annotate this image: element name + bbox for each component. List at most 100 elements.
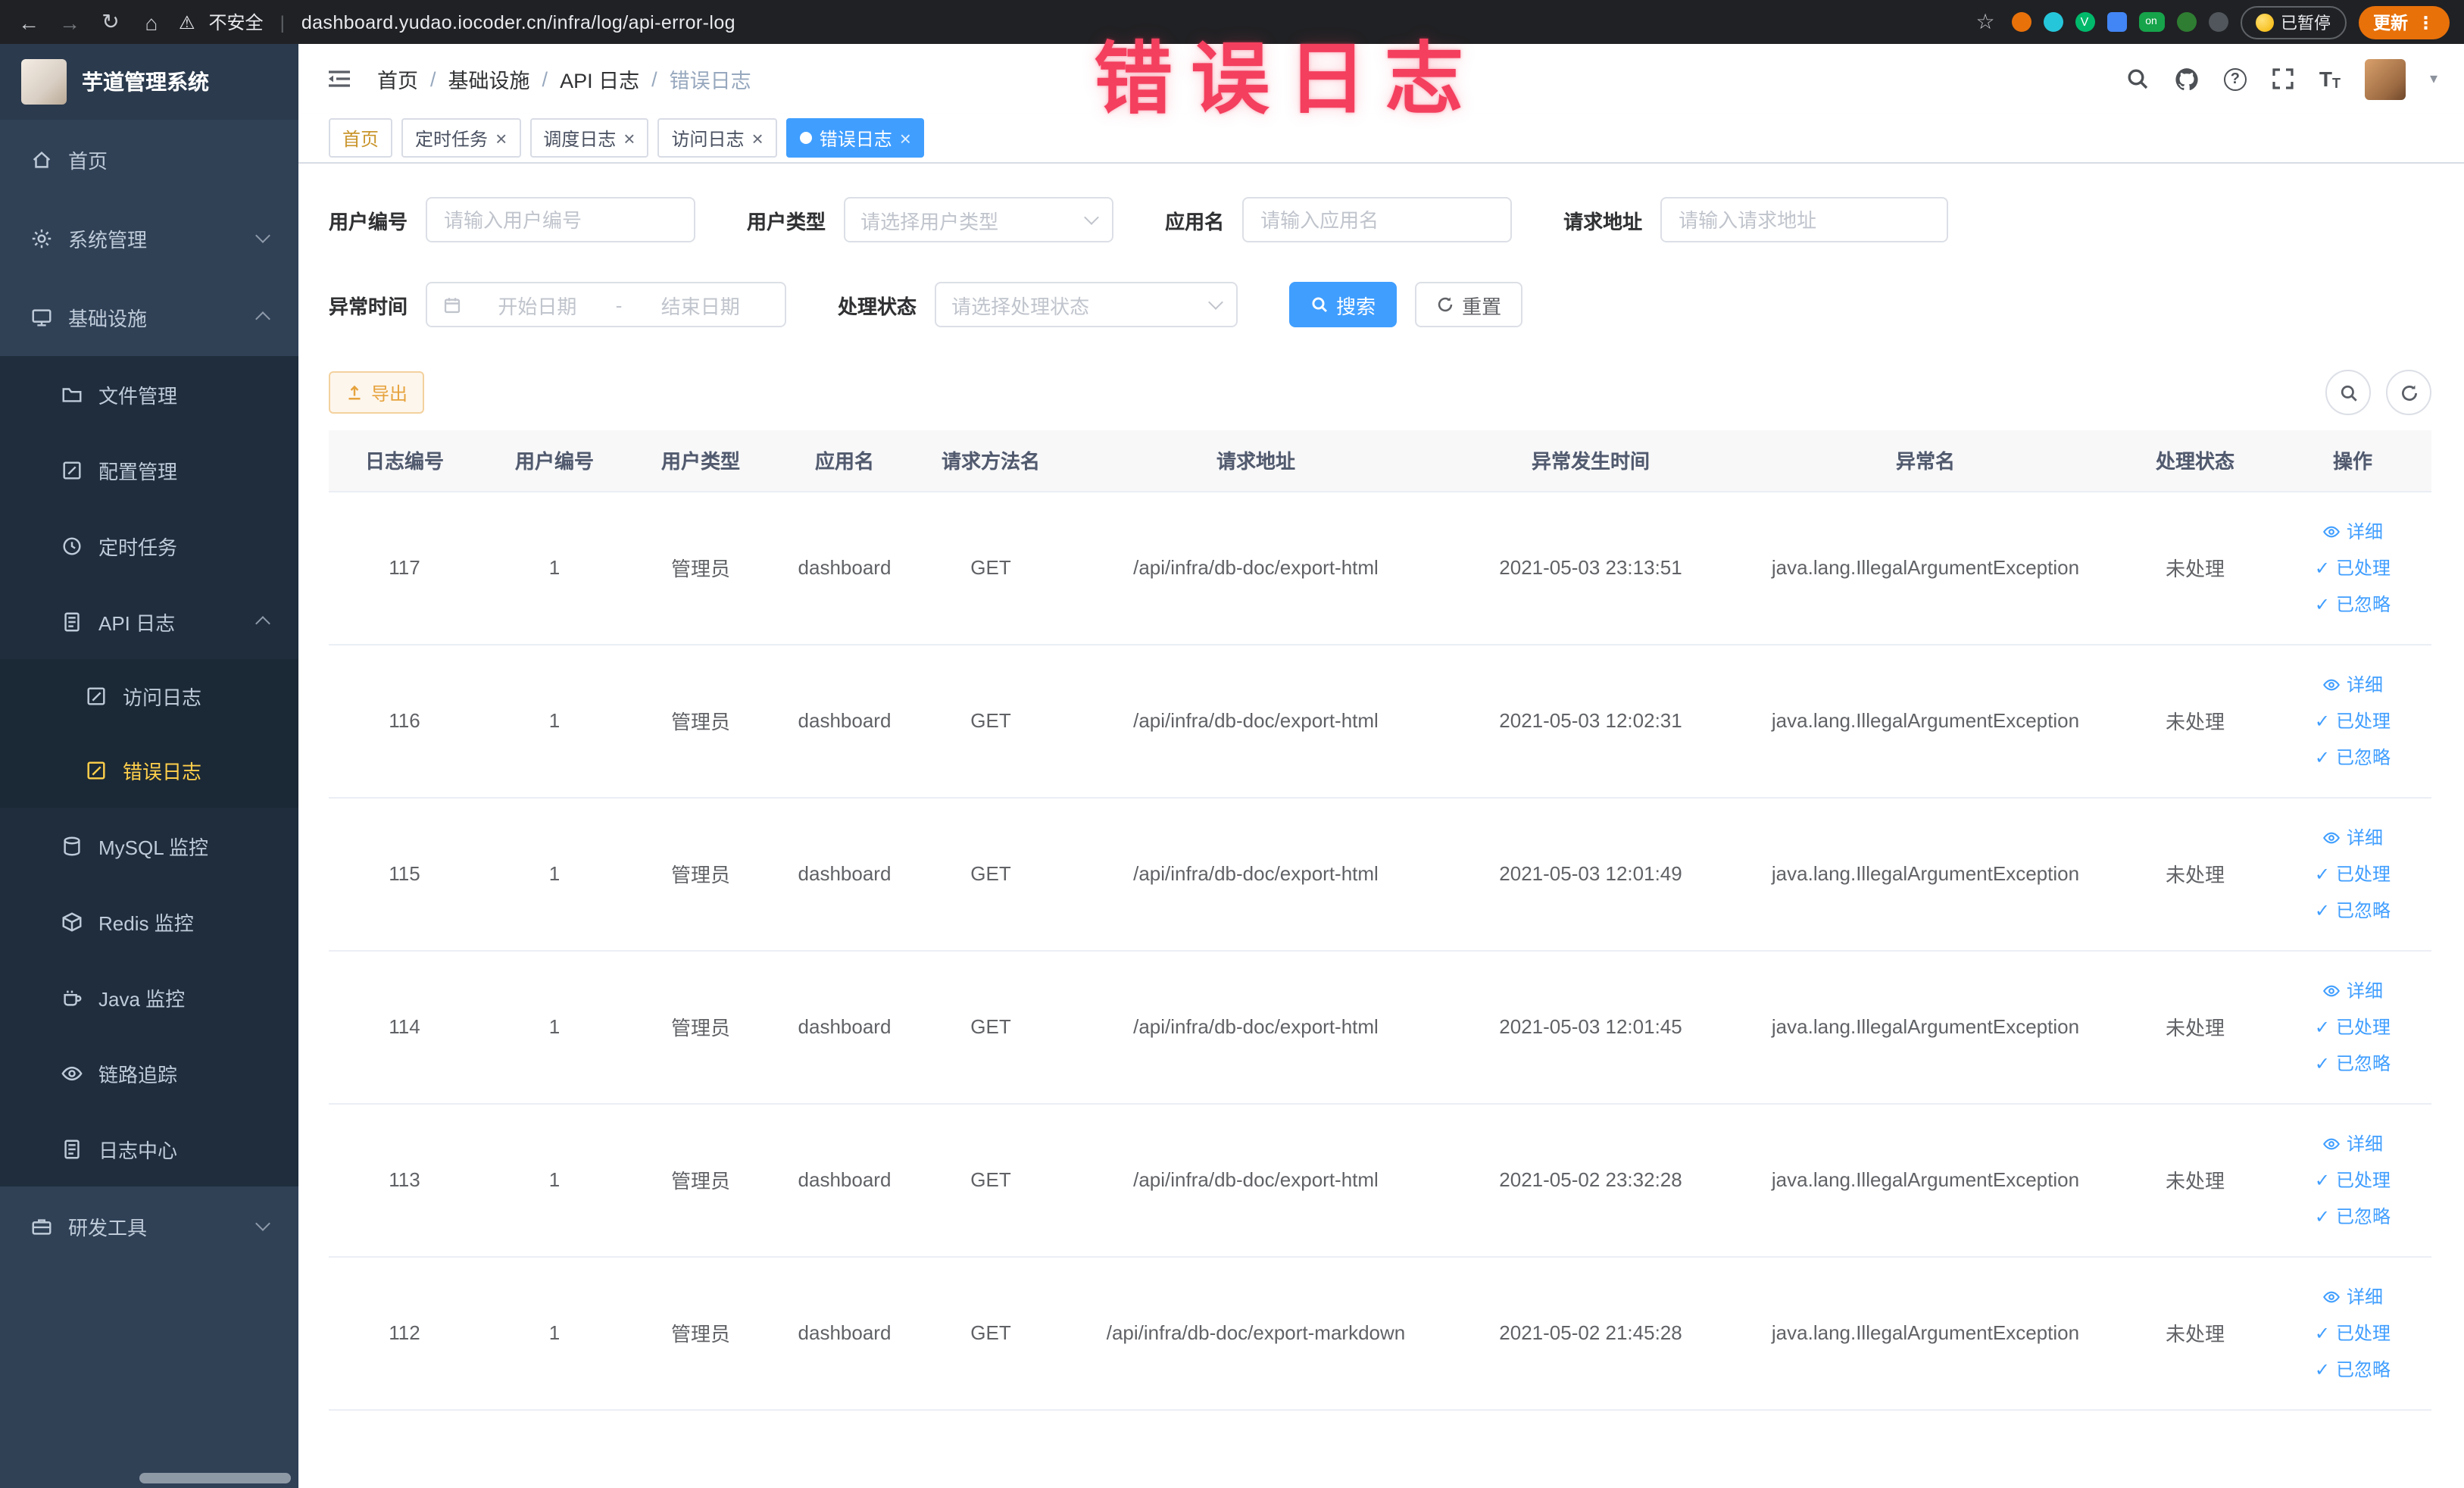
extension-leaf-icon[interactable] — [2176, 12, 2196, 32]
bookmark-star-icon[interactable]: ☆ — [1972, 9, 1999, 35]
table-row: 114 1 管理员 dashboard GET /api/infra/db-do… — [329, 950, 2431, 1104]
sidebar-item-system[interactable]: 系统管理 — [0, 199, 298, 277]
processed-link[interactable]: 已处理 — [2336, 861, 2391, 886]
search-icon[interactable] — [2125, 67, 2150, 91]
cube-icon — [61, 910, 83, 933]
refresh-table-button[interactable] — [2386, 370, 2431, 415]
browser-reload-icon[interactable]: ↻ — [97, 9, 124, 35]
sidebar-item-job[interactable]: 定时任务 — [0, 508, 298, 583]
close-icon[interactable]: × — [900, 128, 911, 148]
sidebar-item-infra[interactable]: 基础设施 — [0, 277, 298, 356]
extension-icon[interactable] — [2208, 12, 2228, 32]
tab-access-log[interactable]: 访问日志 × — [657, 118, 777, 158]
request-url-input[interactable] — [1660, 197, 1949, 242]
detail-link[interactable]: 详细 — [2347, 1130, 2383, 1156]
user-type-select[interactable]: 请选择用户类型 — [844, 197, 1114, 242]
briefcase-icon — [30, 1214, 53, 1237]
sidebar-item-log-center[interactable]: 日志中心 — [0, 1111, 298, 1186]
processed-link[interactable]: 已处理 — [2336, 1320, 2391, 1346]
sidebar-item-dev-tools[interactable]: 研发工具 — [0, 1186, 298, 1265]
cell-exception-time: 2021-05-03 12:02:31 — [1447, 644, 1735, 798]
chevron-down-icon — [1208, 294, 1223, 309]
cell-exception-name: java.lang.IllegalArgumentException — [1735, 491, 2116, 645]
breadcrumb-item[interactable]: API 日志 — [560, 64, 639, 94]
browser-forward-icon[interactable]: → — [56, 10, 83, 34]
ignored-link[interactable]: 已忽略 — [2336, 897, 2391, 923]
extension-grid-icon[interactable] — [2106, 12, 2126, 32]
browser-menu-icon[interactable]: ⋮ — [2417, 11, 2434, 33]
security-warning-icon[interactable]: ⚠ — [179, 11, 195, 33]
sidebar-item-api-log[interactable]: API 日志 — [0, 583, 298, 659]
reset-button[interactable]: 重置 — [1415, 282, 1523, 327]
processed-link[interactable]: 已处理 — [2336, 1014, 2391, 1039]
tab-job-log[interactable]: 调度日志 × — [529, 118, 649, 158]
sidebar-scrollbar[interactable] — [139, 1473, 291, 1483]
browser-back-icon[interactable]: ← — [15, 10, 42, 34]
font-size-icon[interactable]: TT — [2319, 67, 2341, 91]
sidebar-item-redis[interactable]: Redis 监控 — [0, 883, 298, 959]
address-bar[interactable]: dashboard.yudao.iocoder.cn/infra/log/api… — [301, 11, 1958, 33]
caret-down-icon[interactable]: ▾ — [2430, 70, 2437, 87]
sidebar-item-mysql[interactable]: MySQL 监控 — [0, 808, 298, 883]
paused-badge[interactable]: 已暂停 — [2240, 5, 2346, 39]
database-icon — [61, 834, 83, 857]
process-status-select[interactable]: 请选择处理状态 — [935, 282, 1238, 327]
github-icon[interactable] — [2174, 66, 2200, 92]
tab-error-log[interactable]: 错误日志 × — [785, 118, 925, 158]
user-id-input[interactable] — [426, 197, 696, 242]
ignored-link[interactable]: 已忽略 — [2336, 1203, 2391, 1229]
ignored-link[interactable]: 已忽略 — [2336, 1050, 2391, 1076]
processed-link[interactable]: 已处理 — [2336, 555, 2391, 580]
extension-icon[interactable] — [2043, 12, 2063, 32]
search-button[interactable]: 搜索 — [1289, 282, 1398, 327]
extension-on-icon[interactable]: on — [2138, 12, 2164, 32]
edit-icon — [61, 458, 83, 481]
sidebar-item-home[interactable]: 首页 — [0, 120, 298, 199]
cell-app-name: dashboard — [773, 950, 917, 1104]
detail-link[interactable]: 详细 — [2347, 824, 2383, 850]
cell-exception-time: 2021-05-02 23:32:28 — [1447, 1103, 1735, 1257]
toggle-search-button[interactable] — [2325, 370, 2371, 415]
cell-exception-name: java.lang.IllegalArgumentException — [1735, 1256, 2116, 1410]
search-button-label: 搜索 — [1336, 295, 1376, 317]
exception-time-range-picker[interactable]: 开始日期 - 结束日期 — [426, 282, 787, 327]
ignored-link[interactable]: 已忽略 — [2336, 1356, 2391, 1382]
close-icon[interactable]: × — [623, 128, 635, 148]
update-button[interactable]: 更新 ⋮ — [2358, 5, 2450, 39]
col-exception-time: 异常发生时间 — [1447, 430, 1735, 492]
detail-link[interactable]: 详细 — [2347, 518, 2383, 544]
fullscreen-icon[interactable] — [2271, 67, 2295, 91]
ignored-link[interactable]: 已忽略 — [2336, 591, 2391, 617]
sidebar-item-error-log[interactable]: 错误日志 — [0, 733, 298, 808]
avatar[interactable] — [2364, 58, 2406, 99]
processed-link[interactable]: 已处理 — [2336, 708, 2391, 733]
sidebar-item-access-log[interactable]: 访问日志 — [0, 659, 298, 733]
extension-icon[interactable] — [2011, 12, 2031, 32]
user-id-label: 用户编号 — [329, 210, 408, 233]
breadcrumb-item[interactable]: 基础设施 — [448, 64, 530, 94]
detail-link[interactable]: 详细 — [2347, 671, 2383, 697]
cell-request-url: /api/infra/db-doc/export-html — [1065, 491, 1447, 645]
tab-home[interactable]: 首页 — [329, 118, 393, 158]
help-icon[interactable]: ? — [2223, 67, 2247, 90]
sidebar-item-java[interactable]: Java 监控 — [0, 959, 298, 1035]
security-label[interactable]: 不安全 — [209, 9, 264, 35]
close-icon[interactable]: × — [752, 128, 764, 148]
close-icon[interactable]: × — [495, 128, 507, 148]
detail-link[interactable]: 详细 — [2347, 977, 2383, 1003]
processed-link[interactable]: 已处理 — [2336, 1167, 2391, 1193]
sidebar-item-config[interactable]: 配置管理 — [0, 432, 298, 508]
cell-method: GET — [917, 1256, 1065, 1410]
extension-icon[interactable]: V — [2075, 12, 2094, 32]
sidebar-item-file[interactable]: 文件管理 — [0, 356, 298, 432]
hamburger-icon[interactable] — [326, 65, 353, 92]
browser-home-icon[interactable]: ⌂ — [138, 10, 165, 34]
detail-link[interactable]: 详细 — [2347, 1283, 2383, 1309]
ignored-link[interactable]: 已忽略 — [2336, 744, 2391, 770]
export-button[interactable]: 导出 — [329, 371, 425, 414]
breadcrumb-item[interactable]: 首页 — [377, 64, 418, 94]
tab-job[interactable]: 定时任务 × — [401, 118, 521, 158]
sidebar-item-trace[interactable]: 链路追踪 — [0, 1035, 298, 1111]
check-icon: ✓ — [2314, 710, 2331, 731]
app-name-input[interactable] — [1242, 197, 1513, 242]
